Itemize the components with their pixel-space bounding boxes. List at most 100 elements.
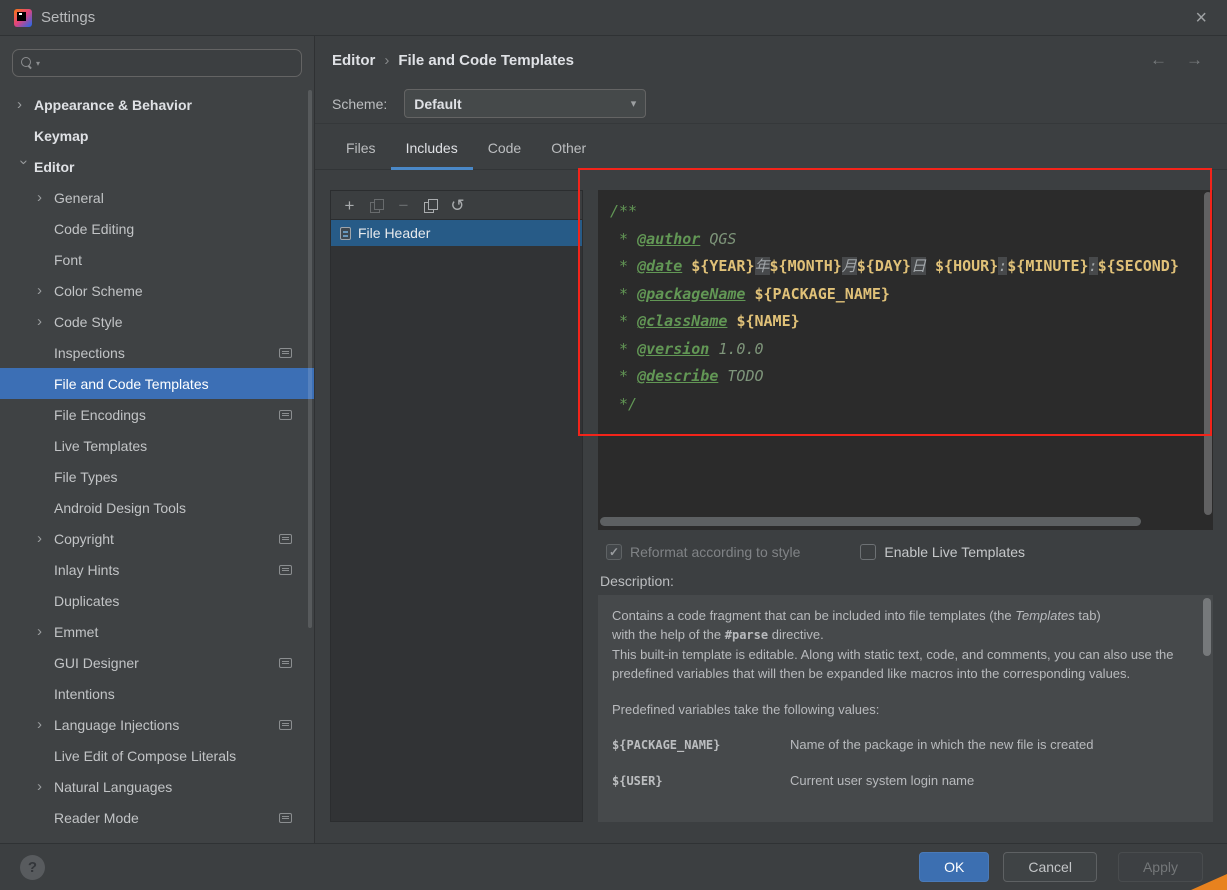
sidebar-item-live-templates[interactable]: Live Templates [0,430,314,461]
help-button[interactable]: ? [20,854,45,880]
chevron-right-icon[interactable]: › [37,282,54,299]
chevron-right-icon[interactable]: › [37,623,54,640]
tab-files[interactable]: Files [331,140,391,169]
plus-icon: + [344,195,355,215]
reset-template-button[interactable]: ↺ [444,192,471,219]
cancel-button[interactable]: Cancel [1003,852,1097,882]
sidebar-item-label: Live Edit of Compose Literals [54,747,237,764]
sidebar-item-label: Inlay Hints [54,561,120,578]
sidebar-item-label: Appearance & Behavior [34,96,192,113]
template-editor[interactable]: /** * @author QGS * @date ${YEAR}年${MONT… [598,190,1213,530]
scheme-value: Default [414,95,462,112]
sidebar-item-label: Inspections [54,344,125,361]
sidebar-item-natural-languages[interactable]: › Natural Languages [0,771,314,802]
sidebar-item-label: Copyright [54,530,114,547]
monitor-icon [279,812,292,823]
template-tabs: Files Includes Code Other [315,124,1227,170]
chevron-right-icon[interactable]: › [37,313,54,330]
sidebar-item-label: Emmet [54,623,99,640]
code-line: */ [610,394,638,413]
sidebar-item-editor[interactable]: › Editor [0,151,314,182]
search-input[interactable]: ▾ [12,49,302,77]
chevron-right-icon[interactable]: › [37,189,54,206]
back-icon[interactable]: ← [1150,50,1167,70]
search-icon [21,57,33,69]
chevron-right-icon[interactable]: › [37,778,54,795]
sidebar-item-label: Keymap [34,127,89,144]
description-paragraph-2: This built-in template is editable. Alon… [612,647,1174,681]
sidebar-item-label: General [54,189,104,206]
editor-hscrollbar[interactable] [600,517,1142,526]
sidebar-item-label: File Encodings [54,406,146,423]
minus-icon: − [398,195,409,215]
sidebar-item-file-and-code-templates[interactable]: File and Code Templates [0,368,314,399]
editor-vscrollbar[interactable] [1204,192,1212,515]
remove-template-button: − [390,192,417,219]
close-icon[interactable]: × [1189,6,1213,30]
description-box: Contains a code fragment that can be inc… [598,595,1213,822]
sidebar-item-live-edit-of-compose-literals[interactable]: Live Edit of Compose Literals [0,740,314,771]
code-line: /** [610,202,638,220]
forward-icon[interactable]: → [1186,50,1203,70]
add-template-button[interactable]: + [336,192,363,219]
sidebar-item-duplicates[interactable]: Duplicates [0,585,314,616]
sidebar-item-color-scheme[interactable]: › Color Scheme [0,275,314,306]
variable-name: ${PACKAGE_NAME} [612,738,721,752]
sidebar-item-font[interactable]: Font [0,244,314,275]
sidebar-item-inlay-hints[interactable]: Inlay Hints [0,554,314,585]
description-scrollbar[interactable] [1203,598,1211,656]
duplicate-template-button[interactable] [417,192,444,219]
sidebar-item-appearance-behavior[interactable]: › Appearance & Behavior [0,89,314,120]
chevron-right-icon[interactable]: › [37,530,54,547]
chevron-down-icon[interactable]: › [15,160,32,177]
monitor-icon [279,347,292,358]
template-detail-column: /** * @author QGS * @date ${YEAR}年${MONT… [598,190,1213,822]
checkbox-box [860,544,877,560]
copy-icon [370,198,384,213]
chevron-right-icon[interactable]: › [37,716,54,733]
scheme-dropdown[interactable]: Default ▾ [404,89,647,118]
settings-dialog: Settings × ▾ › Appearance & Behavior Keyma… [0,0,1227,890]
live-templates-checkbox[interactable]: Enable Live Templates [860,544,1025,560]
sidebar-item-label: Live Templates [54,437,148,454]
sidebar-item-file-encodings[interactable]: File Encodings [0,399,314,430]
description-paragraph-3: Predefined variables take the following … [612,702,880,717]
sidebar-item-code-editing[interactable]: Code Editing [0,213,314,244]
content-area: + − ↺ File Header /** * @author QGS * @dat… [315,170,1227,843]
code-line: * @author QGS [610,229,737,248]
sidebar-item-label: Language Injections [54,716,180,733]
reformat-checkbox-label: Reformat according to style [630,544,801,560]
sidebar-item-label: Android Design Tools [54,499,187,516]
sidebar-item-file-types[interactable]: File Types [0,461,314,492]
sidebar-item-label: Natural Languages [54,778,173,795]
chevron-right-icon[interactable]: › [17,96,34,113]
sidebar-item-general[interactable]: › General [0,182,314,213]
sidebar-scrollbar[interactable] [308,90,312,628]
sidebar-item-reader-mode[interactable]: Reader Mode [0,802,314,833]
reformat-checkbox: ✓ Reformat according to style [606,544,800,560]
sidebar-item-android-design-tools[interactable]: Android Design Tools [0,492,314,523]
tab-includes[interactable]: Includes [390,140,473,170]
sidebar-item-label: Duplicates [54,592,120,609]
copy-template-button [363,192,390,219]
ok-button[interactable]: OK [919,852,990,882]
tab-code[interactable]: Code [473,140,536,169]
sidebar-item-keymap[interactable]: Keymap [0,120,314,151]
sidebar-item-emmet[interactable]: › Emmet [0,616,314,647]
breadcrumb-parent[interactable]: Editor [332,52,375,69]
sidebar-item-code-style[interactable]: › Code Style [0,306,314,337]
tab-other[interactable]: Other [536,140,601,169]
sidebar-item-label: Intentions [54,685,115,702]
code-line: * @version 1.0.0 [610,339,764,358]
code-line: * @describe TODO [610,367,764,385]
sidebar-item-inspections[interactable]: Inspections [0,337,314,368]
monitor-icon [279,719,292,730]
sidebar-item-gui-designer[interactable]: GUI Designer [0,647,314,678]
sidebar-item-copyright[interactable]: › Copyright [0,523,314,554]
variable-desc: Current user system login name [790,773,975,788]
sidebar-item-label: Reader Mode [54,809,139,826]
breadcrumb-current: File and Code Templates [398,51,574,69]
sidebar-item-language-injections[interactable]: › Language Injections [0,709,314,740]
sidebar-item-intentions[interactable]: Intentions [0,678,314,709]
template-item-file-header[interactable]: File Header [331,220,582,246]
